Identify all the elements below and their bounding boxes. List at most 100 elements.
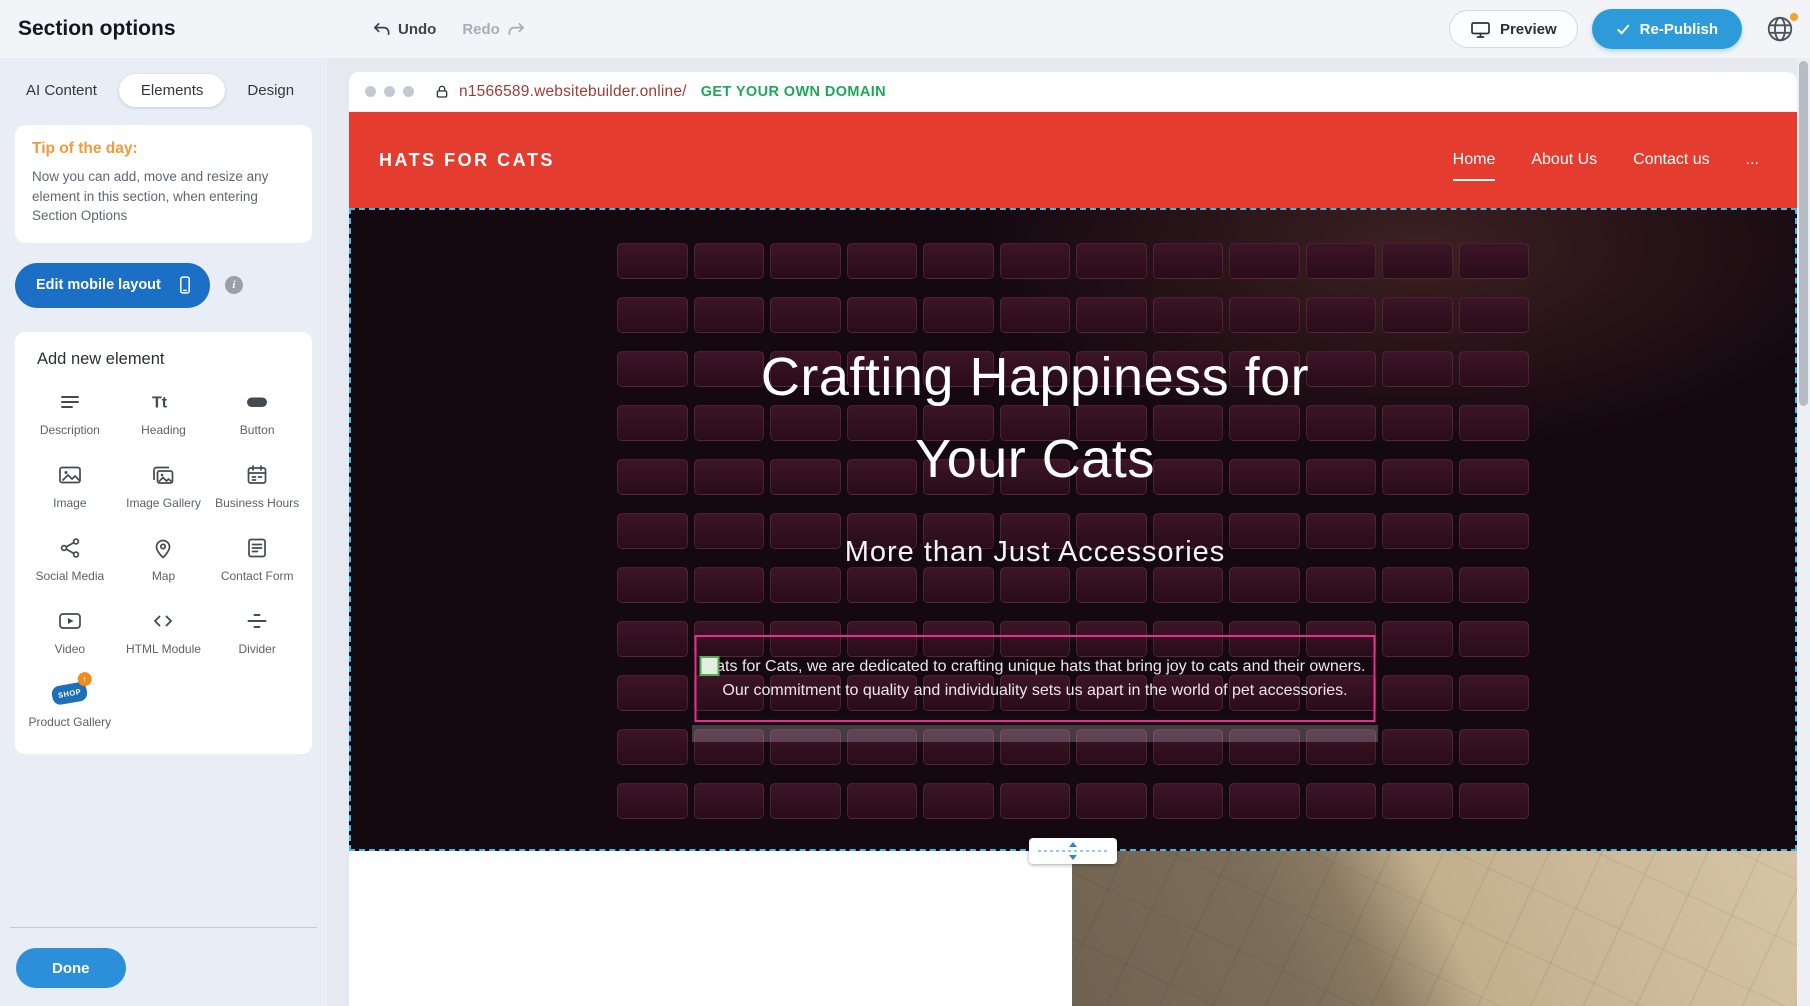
nav-item-contact-us[interactable]: Contact us: [1633, 145, 1709, 175]
redo-button[interactable]: Redo: [462, 20, 526, 39]
hero-tile: [1153, 783, 1224, 819]
hero-tile: [694, 783, 765, 819]
element-map[interactable]: Map: [118, 533, 208, 584]
hero-tile: [1459, 621, 1530, 657]
image-icon: [25, 460, 115, 490]
image-gallery-icon: [118, 460, 208, 490]
republish-button[interactable]: Re-Publish: [1592, 9, 1742, 49]
hero-texts: Crafting Happiness for Your Cats More th…: [535, 208, 1535, 569]
topbar: Section options Undo Redo Preview Re-Pub…: [0, 0, 1810, 58]
element-html-module[interactable]: HTML Module: [118, 606, 208, 657]
hero-tile: [617, 783, 688, 819]
element-product-gallery[interactable]: SHOP↑Product Gallery: [25, 679, 115, 730]
hero-tile: [1229, 783, 1300, 819]
element-heading[interactable]: Tt Heading: [118, 387, 208, 438]
hero-tile: [617, 675, 688, 711]
nav-item-more[interactable]: ...: [1746, 145, 1759, 175]
scrollbar-thumb[interactable]: [1799, 61, 1808, 406]
monitor-icon: [1470, 19, 1491, 40]
tip-body: Now you can add, move and resize any ele…: [32, 167, 295, 226]
element-contact-form[interactable]: Contact Form: [212, 533, 302, 584]
video-icon: [25, 606, 115, 636]
element-label: Divider: [212, 642, 302, 657]
sidebar-bottom: Done: [0, 927, 327, 1006]
add-element-card: Add new element DescriptionTtHeadingButt…: [15, 332, 312, 754]
window-dot: [365, 86, 376, 97]
get-domain-link[interactable]: GET YOUR OWN DOMAIN: [701, 84, 886, 100]
element-image[interactable]: Image: [25, 460, 115, 511]
edit-mobile-row: Edit mobile layout i: [15, 263, 312, 308]
preview-button[interactable]: Preview: [1449, 10, 1578, 48]
premium-badge: ↑: [78, 672, 92, 686]
page-title: Section options: [18, 17, 176, 41]
description-icon: [25, 387, 115, 417]
resize-handle-green[interactable]: [700, 656, 720, 676]
redo-icon: [507, 20, 526, 39]
divider-icon: [212, 606, 302, 636]
element-label: HTML Module: [118, 642, 208, 657]
undo-button[interactable]: Undo: [372, 20, 436, 39]
element-image-gallery[interactable]: Image Gallery: [118, 460, 208, 511]
tab-elements[interactable]: Elements: [119, 74, 226, 107]
editor-canvas: n1566589.websitebuilder.online/ GET YOUR…: [327, 58, 1797, 1006]
element-description[interactable]: Description: [25, 387, 115, 438]
section-resize-widget[interactable]: [1029, 838, 1117, 864]
info-icon[interactable]: i: [225, 276, 243, 294]
nav-item-about-us[interactable]: About Us: [1531, 145, 1597, 175]
phone-icon: [175, 275, 195, 295]
scrollbar[interactable]: [1797, 58, 1810, 1006]
selected-text-element[interactable]: Hats for Cats, we are dedicated to craft…: [695, 635, 1376, 722]
browser-preview: n1566589.websitebuilder.online/ GET YOUR…: [349, 72, 1797, 1006]
hero-description[interactable]: Hats for Cats, we are dedicated to craft…: [697, 637, 1374, 703]
hero-tile: [1459, 675, 1530, 711]
contact-form-icon: [212, 533, 302, 563]
hero-tile: [617, 621, 688, 657]
tab-ai-content[interactable]: AI Content: [26, 74, 97, 107]
hero-tile: [694, 567, 765, 603]
hero-tile: [1382, 567, 1453, 603]
svg-text:Tt: Tt: [152, 394, 168, 411]
nav-item-home[interactable]: Home: [1453, 145, 1496, 175]
element-business-hours[interactable]: Business Hours: [212, 460, 302, 511]
element-label: Video: [25, 642, 115, 657]
window-dots: [365, 86, 414, 97]
window-dot: [384, 86, 395, 97]
element-social-media[interactable]: Social Media: [25, 533, 115, 584]
language-globe-button[interactable]: [1764, 13, 1796, 45]
edit-mobile-layout-button[interactable]: Edit mobile layout: [15, 263, 210, 308]
hero-section[interactable]: Crafting Happiness for Your Cats More th…: [349, 208, 1797, 851]
hero-tile: [847, 567, 918, 603]
element-label: Heading: [118, 423, 208, 438]
sidebar-tabs: AI Content Elements Design: [0, 58, 327, 107]
tab-design[interactable]: Design: [247, 74, 294, 107]
hero-tile: [770, 783, 841, 819]
hero-tile: [1153, 567, 1224, 603]
sidebar-divider: [10, 927, 317, 928]
element-label: Description: [25, 423, 115, 438]
lock-icon: [434, 84, 450, 100]
tip-card: Tip of the day: Now you can add, move an…: [15, 125, 312, 243]
hero-tile: [923, 567, 994, 603]
business-hours-icon: [212, 460, 302, 490]
hero-tile: [1229, 567, 1300, 603]
site-logo[interactable]: HATS FOR CATS: [379, 150, 555, 171]
social-media-icon: [25, 533, 115, 563]
hero-subheading[interactable]: More than Just Accessories: [535, 536, 1535, 569]
hero-tile: [923, 783, 994, 819]
site-url[interactable]: n1566589.websitebuilder.online/: [459, 83, 687, 101]
below-section: [349, 851, 1797, 1006]
pavement-photo: [1072, 851, 1797, 1006]
element-divider[interactable]: Divider: [212, 606, 302, 657]
shop-tag: SHOP↑: [51, 681, 89, 706]
hero-tile: [1382, 621, 1453, 657]
element-grid: Description Tt Heading Button ImageImage Gal…: [23, 387, 304, 730]
hero-tile: [1000, 783, 1071, 819]
element-label: Map: [118, 569, 208, 584]
element-button[interactable]: Button: [212, 387, 302, 438]
done-button[interactable]: Done: [16, 948, 126, 988]
hero-heading[interactable]: Crafting Happiness for Your Cats: [705, 336, 1365, 500]
hero-tile: [1382, 729, 1453, 765]
element-video[interactable]: Video: [25, 606, 115, 657]
hero-tile: [1382, 675, 1453, 711]
sidebar: AI Content Elements Design Tip of the day:…: [0, 58, 327, 1006]
